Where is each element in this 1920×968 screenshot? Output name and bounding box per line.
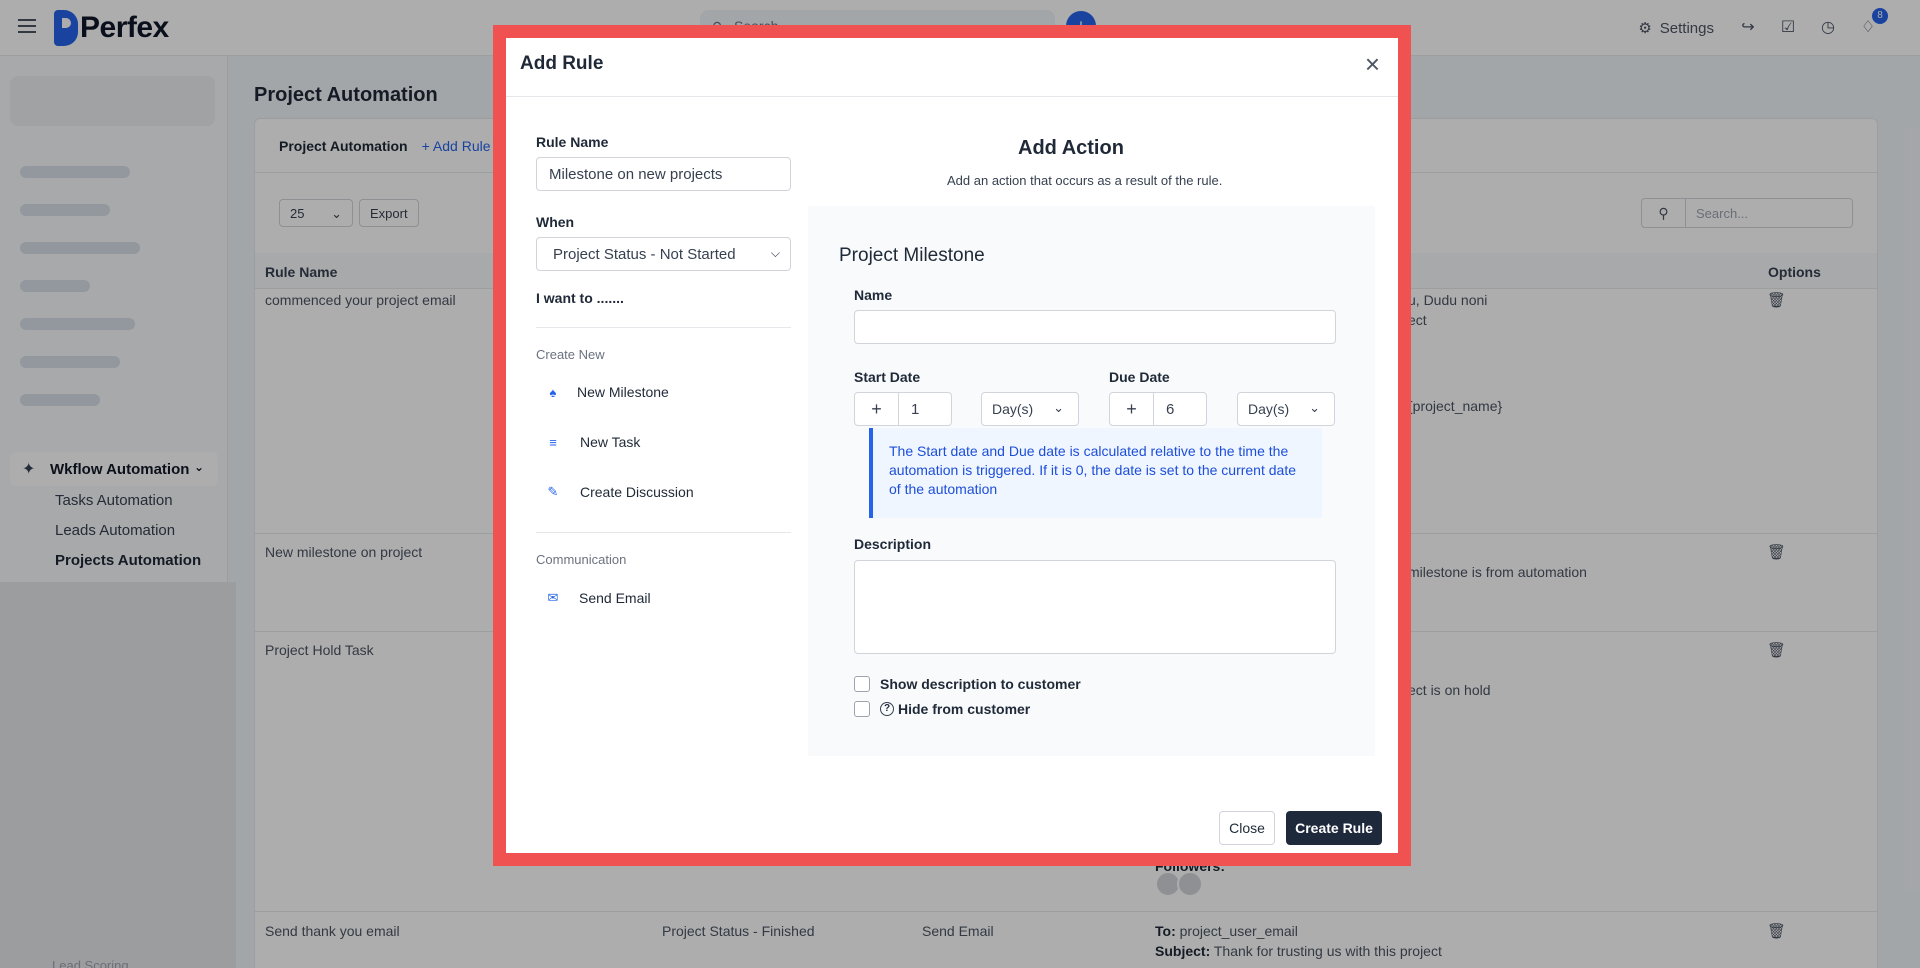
modal-title: Add Rule	[520, 53, 603, 75]
close-icon[interactable]: ×	[1365, 50, 1380, 78]
chevron-down-icon: ⌄	[1309, 400, 1320, 416]
envelope-icon: ✉	[545, 590, 561, 606]
close-button[interactable]: Close	[1219, 811, 1275, 845]
due-date-stepper[interactable]: + 6	[1109, 392, 1207, 426]
create-discussion-option[interactable]: ✎ Create Discussion	[545, 484, 694, 500]
description-textarea[interactable]	[854, 560, 1336, 654]
chevron-down-icon: ⌵	[771, 246, 780, 261]
milestone-name-input[interactable]	[854, 310, 1336, 344]
new-milestone-option[interactable]: ♠ New Milestone	[545, 384, 669, 400]
hide-from-customer-checkbox[interactable]	[854, 701, 870, 717]
list-check-icon: ≡	[545, 435, 561, 450]
show-description-checkbox[interactable]	[854, 676, 870, 692]
when-select[interactable]: Project Status - Not Started ⌵	[536, 237, 791, 271]
due-unit-value: Day(s)	[1248, 401, 1289, 417]
new-milestone-label: New Milestone	[577, 384, 669, 400]
rule-name-label: Rule Name	[536, 134, 608, 150]
due-unit-select[interactable]: Day(s) ⌄	[1237, 392, 1335, 426]
create-new-section-label: Create New	[536, 347, 605, 362]
create-discussion-label: Create Discussion	[580, 484, 694, 500]
communication-section-label: Communication	[536, 552, 626, 567]
plus-icon[interactable]: +	[855, 393, 899, 425]
start-unit-value: Day(s)	[992, 401, 1033, 417]
divider	[536, 532, 791, 533]
show-description-row[interactable]: Show description to customer	[854, 676, 1081, 692]
rule-name-input[interactable]: Milestone on new projects	[536, 157, 791, 191]
due-date-label: Due Date	[1109, 369, 1170, 385]
i-want-to-label: I want to .......	[536, 290, 624, 306]
divider	[536, 327, 791, 328]
description-label: Description	[854, 536, 931, 552]
start-date-label: Start Date	[854, 369, 920, 385]
start-date-stepper[interactable]: + 1	[854, 392, 952, 426]
hide-from-customer-label: Hide from customer	[898, 701, 1030, 717]
due-date-value[interactable]: 6	[1154, 393, 1186, 425]
add-rule-modal: Add Rule × Rule Name Milestone on new pr…	[506, 38, 1398, 853]
send-email-label: Send Email	[579, 590, 651, 606]
milestone-title: Project Milestone	[839, 245, 985, 267]
when-label: When	[536, 214, 574, 230]
modal-header: Add Rule ×	[506, 38, 1398, 97]
bell-icon: ♠	[545, 385, 561, 400]
milestone-name-label: Name	[854, 287, 892, 303]
plus-icon[interactable]: +	[1110, 393, 1154, 425]
date-info-alert: The Start date and Due date is calculate…	[869, 428, 1322, 518]
add-action-subtitle: Add an action that occurs as a result of…	[947, 173, 1222, 188]
send-email-option[interactable]: ✉ Send Email	[545, 590, 651, 606]
when-select-value: Project Status - Not Started	[553, 246, 736, 263]
project-milestone-panel: Project Milestone Name Start Date + 1 Da…	[808, 206, 1375, 756]
modal-highlight-frame: Add Rule × Rule Name Milestone on new pr…	[493, 25, 1411, 866]
start-date-value[interactable]: 1	[899, 393, 931, 425]
hide-from-customer-row[interactable]: ? Hide from customer	[854, 701, 1030, 717]
question-icon: ?	[880, 702, 894, 716]
comments-icon: ✎	[545, 484, 561, 500]
create-rule-button[interactable]: Create Rule	[1286, 811, 1382, 845]
show-description-label: Show description to customer	[880, 676, 1081, 692]
new-task-label: New Task	[580, 434, 640, 450]
chevron-down-icon: ⌄	[1053, 400, 1064, 416]
new-task-option[interactable]: ≡ New Task	[545, 434, 640, 450]
start-unit-select[interactable]: Day(s) ⌄	[981, 392, 1079, 426]
add-action-title: Add Action	[1018, 137, 1124, 160]
